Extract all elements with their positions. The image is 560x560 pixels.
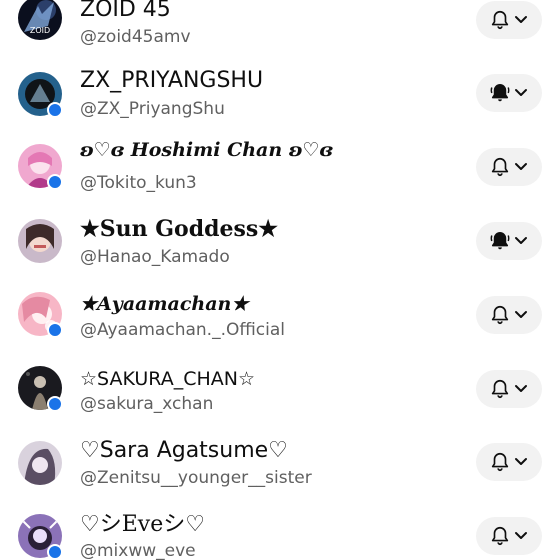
notification-button[interactable] [476,443,542,481]
channel-row[interactable]: ʚ♡ɞ 𝑯𝒐𝒔𝒉𝒊𝒎𝒊 𝑪𝒉𝒂𝒏 ʚ♡ɞ @Tokito_kun3 [0,130,560,204]
chevron-down-icon [515,458,527,465]
live-indicator [47,396,63,412]
bell-icon [491,526,509,546]
channel-name: ♡Sara Agatsume♡ [80,438,288,463]
bell-icon [491,157,509,177]
channel-row[interactable]: ZX_PRIYANGSHU @ZX_PriyangShu [0,56,560,130]
notification-button[interactable] [476,74,542,112]
chevron-down-icon [515,532,527,539]
live-indicator [47,174,63,190]
channel-name: ☆SAKURA_CHAN☆ [80,368,256,390]
channel-handle: @mixww_eve [80,541,196,560]
avatar[interactable] [18,441,62,485]
channel-name: ʚ♡ɞ 𝑯𝒐𝒔𝒉𝒊𝒎𝒊 𝑪𝒉𝒂𝒏 ʚ♡ɞ [80,139,333,161]
channel-row[interactable]: ♡シEveシ♡ @mixww_eve [0,500,560,560]
live-indicator [47,544,63,560]
channel-row[interactable]: ★Sun Goddess★ @Hanao_Kamado [0,204,560,278]
channel-handle: @sakura_xchan [80,394,214,414]
channel-name: ★Sun Goddess★ [80,216,278,242]
channel-handle: @Zenitsu__younger__sister [80,468,312,488]
notification-button[interactable] [476,370,542,408]
channel-name: ZOID 45 [80,0,171,22]
channel-name: ZX_PRIYANGSHU [80,68,264,93]
bell-all-icon [490,84,510,102]
chevron-down-icon [515,311,527,318]
bell-icon [491,10,509,30]
avatar[interactable]: ZOID [18,0,62,40]
notification-button[interactable] [476,517,542,555]
notification-button[interactable] [476,1,542,39]
bell-icon [491,379,509,399]
channel-name: ♡シEveシ♡ [80,512,205,537]
channel-row[interactable]: ☆SAKURA_CHAN☆ @sakura_xchan [0,352,560,426]
chevron-down-icon [515,237,527,244]
channel-row[interactable]: ZOID ZOID 45 @zoid45amv [0,0,560,56]
live-indicator [47,322,63,338]
notification-button[interactable] [476,148,542,186]
channel-handle: @Hanao_Kamado [80,247,230,267]
bell-all-icon [490,232,510,250]
channel-row[interactable]: ♡Sara Agatsume♡ @Zenitsu__younger__siste… [0,426,560,500]
channel-handle: @Ayaamachan._.Official [80,320,285,340]
notification-button[interactable] [476,296,542,334]
notification-button[interactable] [476,222,542,260]
subscriptions-list: ZOID ZOID 45 @zoid45amv ZX_PRIYANGSHU @Z… [0,0,560,560]
chevron-down-icon [515,163,527,170]
chevron-down-icon [515,89,527,96]
bell-icon [491,305,509,325]
bell-icon [491,452,509,472]
avatar-label: ZOID [30,26,50,35]
live-indicator [47,102,63,118]
channel-handle: @zoid45amv [80,27,191,47]
channel-row[interactable]: ★𝑨𝒚𝒂𝒂𝒎𝒂𝒄𝒉𝒂𝒏★ @Ayaamachan._.Official [0,278,560,352]
chevron-down-icon [515,16,527,23]
channel-handle: @ZX_PriyangShu [80,99,225,119]
avatar[interactable] [18,219,62,263]
channel-handle: @Tokito_kun3 [80,173,197,193]
channel-name: ★𝑨𝒚𝒂𝒂𝒎𝒂𝒄𝒉𝒂𝒏★ [80,293,249,315]
chevron-down-icon [515,385,527,392]
